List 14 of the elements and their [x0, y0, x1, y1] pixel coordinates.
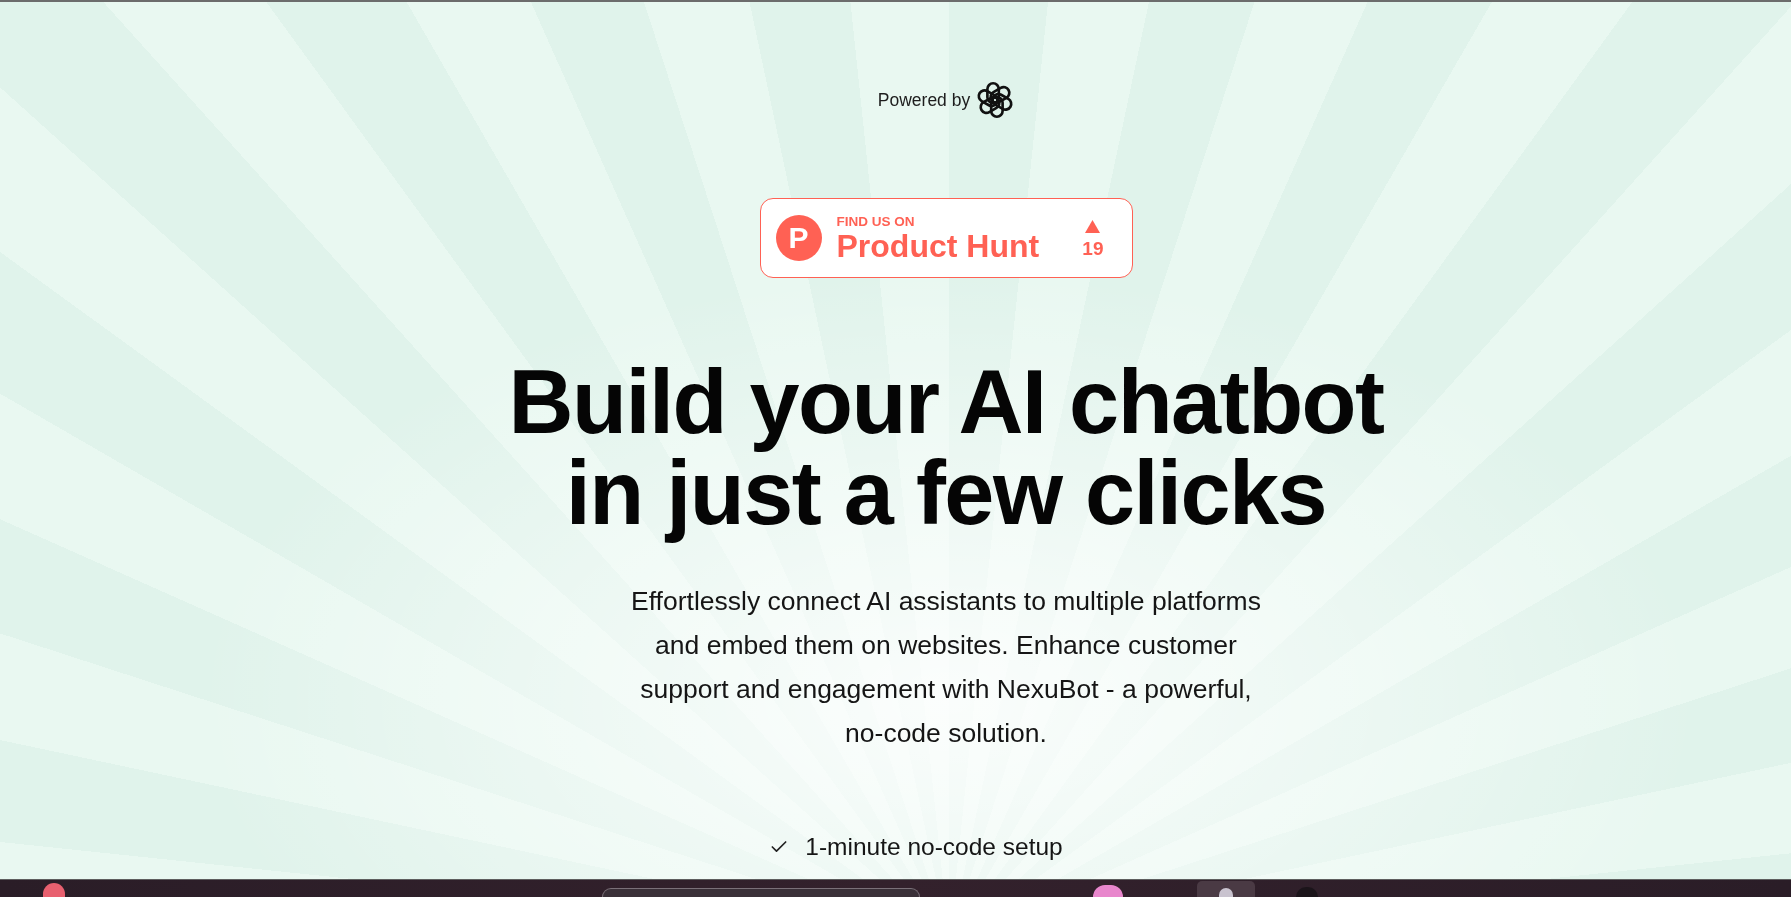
- app-icon[interactable]: [1093, 885, 1123, 897]
- hero-description: Effortlessly connect AI assistants to multiple platforms and embed them on websites. Enhance customer support and engagement with NexuBot - a powerful, no-code solution.: [630, 585, 1262, 750]
- app-icon[interactable]: [1197, 881, 1255, 897]
- taskbar-search-field[interactable]: [602, 888, 920, 897]
- powered-by-text: Powered by: [877, 89, 971, 111]
- app-icon[interactable]: [43, 883, 65, 897]
- upvote-count: 19: [1082, 238, 1104, 259]
- product-hunt-link[interactable]: P FIND US ON Product Hunt 19: [759, 198, 1133, 278]
- badge-title: Product Hunt: [836, 228, 1040, 263]
- triangle-icon: [1085, 219, 1101, 233]
- feature-text: 1-minute no-code setup: [805, 834, 1063, 860]
- logo-mark: P: [775, 215, 822, 261]
- logo-icon: [976, 81, 1015, 119]
- badge-eyebrow: FIND US ON: [836, 213, 915, 229]
